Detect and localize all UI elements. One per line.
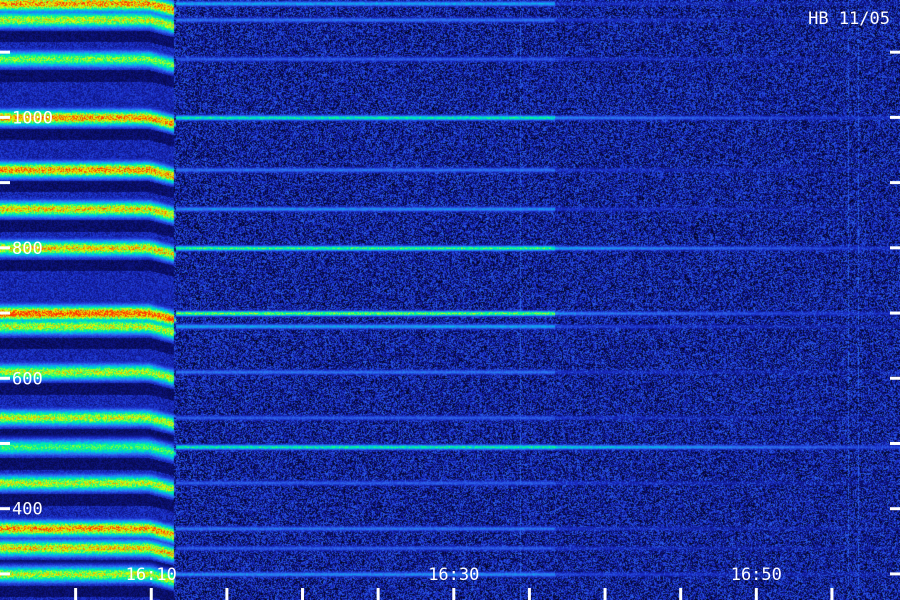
spectrogram-heatmap [0, 0, 900, 600]
